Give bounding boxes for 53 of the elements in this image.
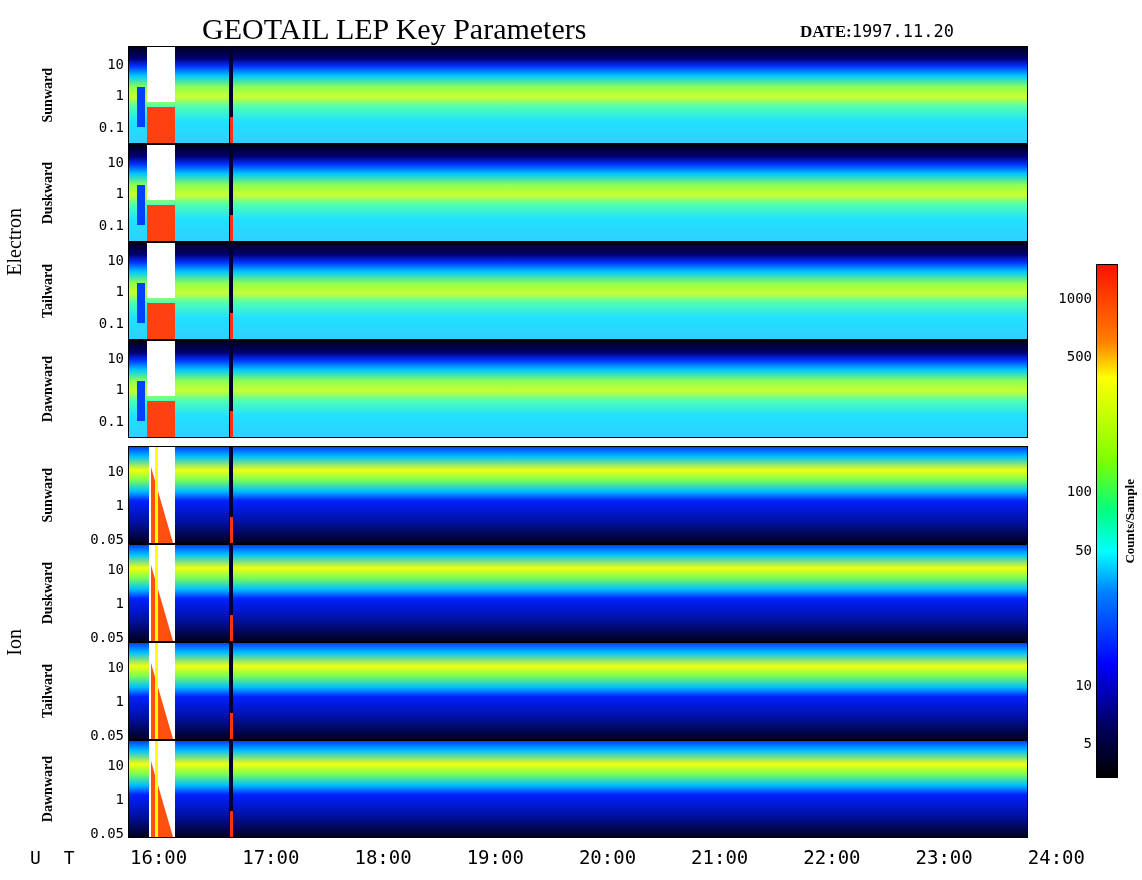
x-axis-label: U T <box>29 846 82 868</box>
y-tick-label: 10 <box>107 462 124 479</box>
x-tick-label: 17:00 <box>242 846 301 868</box>
y-tick-label: 0.05 <box>90 727 124 744</box>
y-tick-label: 10 <box>107 251 124 268</box>
panel-label: Duskward <box>40 561 56 625</box>
x-tick-label: 16:00 <box>130 846 189 868</box>
y-tick-label: 1 <box>115 185 124 201</box>
panel-label: Tailward <box>40 264 56 318</box>
y-tick-label: 0.1 <box>98 315 124 332</box>
y-tick-label: 10 <box>107 153 124 170</box>
y-tick-label: 1 <box>115 692 124 709</box>
y-tick-label: 1 <box>115 87 124 103</box>
y-tick-label: 10 <box>107 349 124 366</box>
colorbar-tick-label: 50 <box>1075 541 1092 558</box>
panel-label: Sunward <box>40 67 56 123</box>
y-tick-label: 1 <box>115 790 124 807</box>
panel-label: Dawnward <box>40 755 56 823</box>
colorbar-tick-label: 10 <box>1075 676 1092 693</box>
y-tick-label: 1 <box>115 381 124 397</box>
panel-label: Tailward <box>40 664 56 718</box>
y-tick-label: 1 <box>115 496 124 513</box>
y-tick-label: 10 <box>107 55 124 72</box>
colorbar-tick-label: 500 <box>1066 348 1092 365</box>
x-tick-label: 23:00 <box>915 846 974 868</box>
panel-label: Dawnward <box>40 355 56 423</box>
group-label: Ion <box>2 628 26 656</box>
y-tick-label: 10 <box>107 756 124 773</box>
panel-label: Sunward <box>40 467 56 523</box>
panel-label: Duskward <box>40 161 56 225</box>
y-tick-label: 0.05 <box>90 629 124 646</box>
colorbar-tick-label: 5 <box>1083 735 1092 752</box>
x-tick-label: 18:00 <box>354 846 413 868</box>
y-tick-label: 0.05 <box>90 531 124 548</box>
colorbar-label: Counts/Sample <box>1122 478 1138 564</box>
x-tick-label: 20:00 <box>578 846 638 868</box>
y-tick-label: 0.1 <box>98 217 124 234</box>
colorbar-tick-label: 100 <box>1066 483 1092 500</box>
y-tick-label: 10 <box>107 560 124 577</box>
y-tick-label: 0.1 <box>98 119 124 136</box>
y-tick-label: 1 <box>115 594 124 611</box>
y-tick-label: 10 <box>107 658 124 675</box>
y-tick-label: 1 <box>115 283 124 299</box>
x-tick-label: 22:00 <box>803 846 862 868</box>
group-label: Electron <box>2 208 26 276</box>
chart-title: GEOTAIL LEP Key Parameters <box>202 12 588 46</box>
date-label: DATE:1997.11.20 <box>800 21 954 43</box>
y-tick-label: 0.05 <box>90 825 124 842</box>
colorbar-tick-label: 1000 <box>1058 290 1092 307</box>
x-tick-label: 21:00 <box>691 846 750 868</box>
y-tick-label: 0.1 <box>98 413 124 430</box>
x-tick-label: 19:00 <box>466 846 525 868</box>
x-tick-label: 24:00 <box>1027 846 1086 868</box>
